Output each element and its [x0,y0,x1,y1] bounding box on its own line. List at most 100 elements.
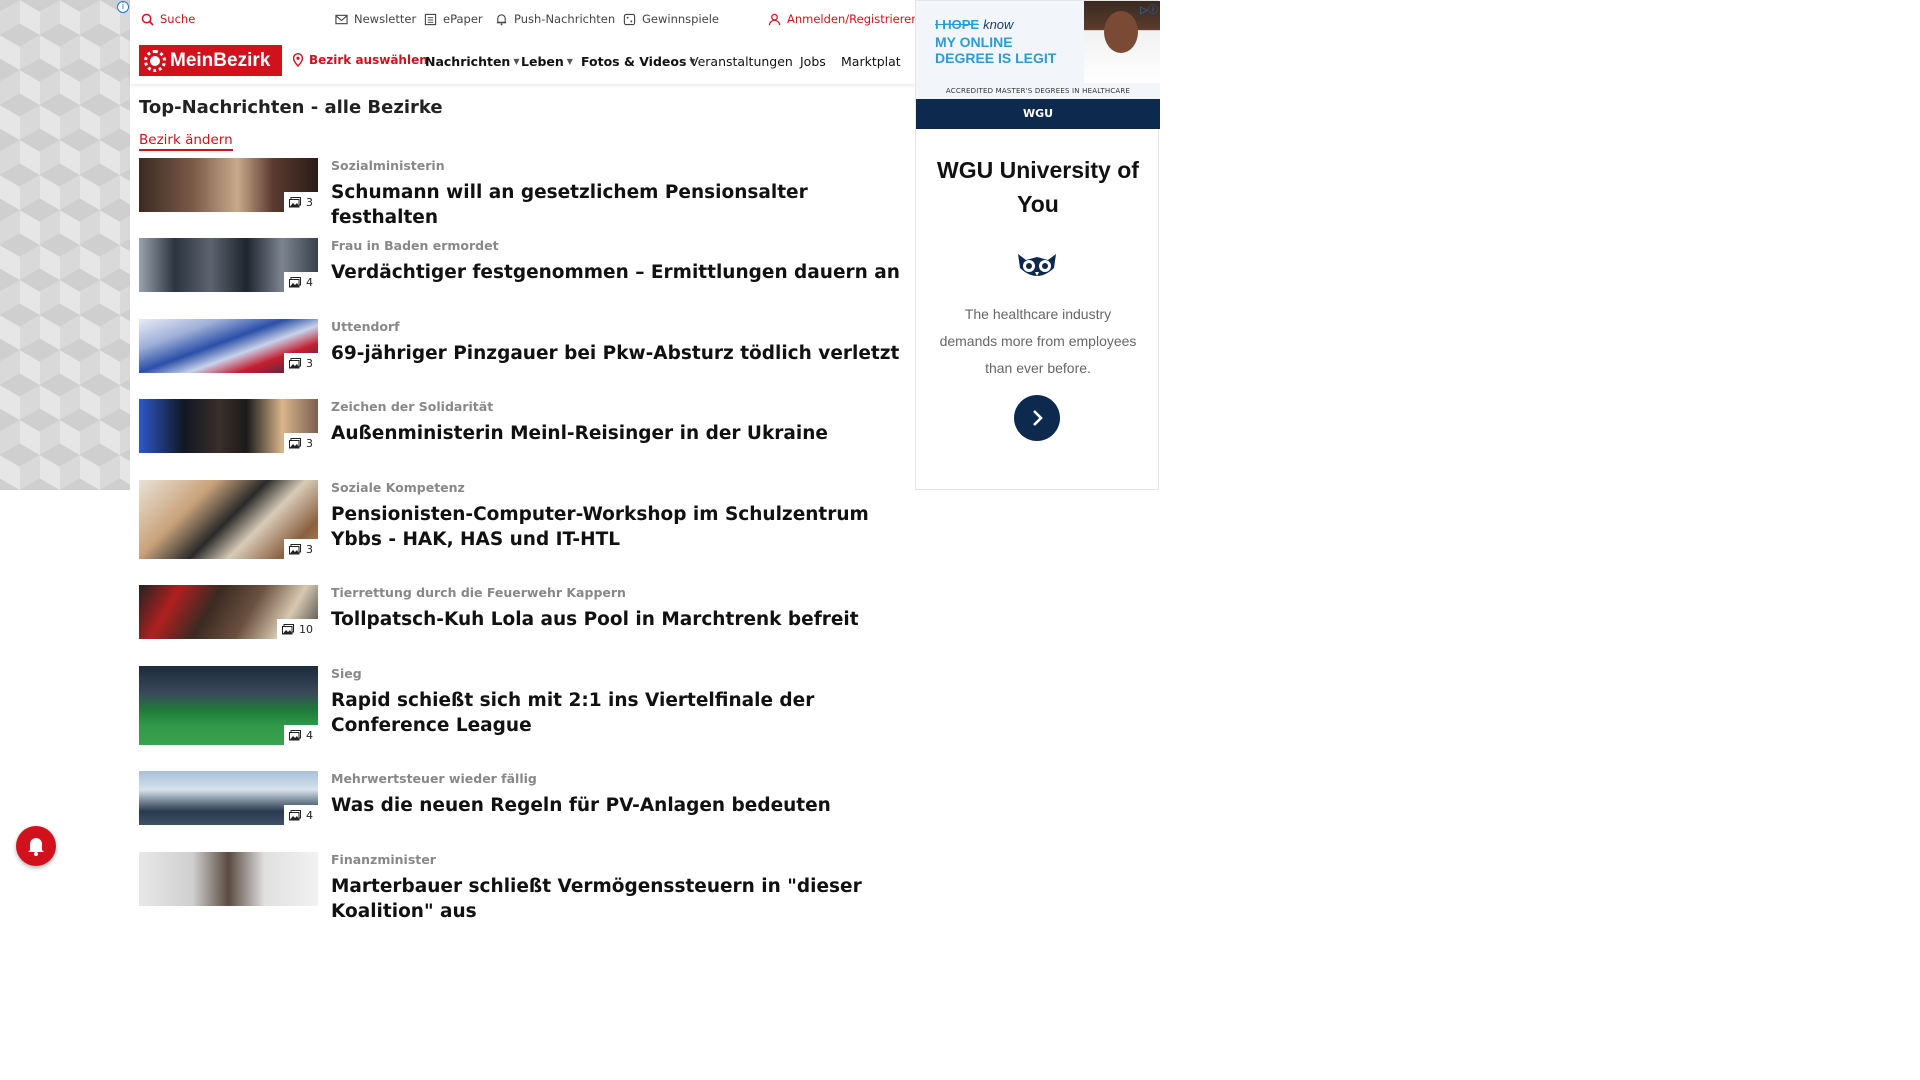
image-count-badge: 3 [284,353,318,373]
change-bezirk-link[interactable]: Bezirk ändern [139,132,233,151]
article-item[interactable]: 3 Sozialministerin Schumann will an gese… [139,158,909,228]
nav-nachrichten[interactable]: Nachrichten ▼ [425,54,519,69]
article-kicker: Soziale Kompetenz [331,480,465,495]
article-thumbnail[interactable]: 4 [139,771,318,825]
article-headline[interactable]: Marterbauer schließt Vermögenssteuern in… [331,874,901,924]
image-count-badge: 4 [284,805,318,825]
nav-veranstaltungen[interactable]: Veranstaltungen [690,54,793,69]
article-thumbnail[interactable]: 4 [139,238,318,292]
gewinnspiele-link[interactable]: Gewinnspiele [623,12,719,26]
background-pattern [0,0,130,490]
page-title: Top-Nachrichten - alle Bezirke [139,97,443,118]
nav-marktplatz[interactable]: Marktplatz [841,54,901,69]
article-item[interactable]: 4 Mehrwertsteuer wieder fällig Was die n… [139,771,909,825]
main-navbar: MeinBezirk Bezirk auswählen Nachrichten ▼… [130,38,915,84]
article-kicker: Frau in Baden ermordet [331,238,499,253]
article-headline[interactable]: Außenministerin Meinl-Reisinger in der U… [331,421,901,446]
image-count: 4 [306,275,313,289]
gallery-icon [289,276,301,287]
newspaper-icon [424,13,437,25]
search-icon [141,13,154,26]
nav-leben[interactable]: Leben ▼ [521,54,573,69]
article-kicker: Uttendorf [331,319,400,334]
newsletter-link[interactable]: Newsletter [335,12,416,26]
nav-veranstaltungen-label: Veranstaltungen [690,54,793,69]
image-count: 4 [306,808,313,822]
chevron-right-icon [1033,410,1043,426]
article-item[interactable]: 4 Sieg Rapid schießt sich mit 2:1 ins Vi… [139,666,909,745]
ad-head-line2: MY ONLINE [935,34,1013,50]
article-headline[interactable]: Pensionisten-Computer-Workshop im Schulz… [331,502,901,552]
article-thumbnail[interactable]: 10 [139,585,318,639]
adchoices-icon[interactable]: ▷ⓘ [1140,1,1158,16]
image-count: 3 [306,195,313,209]
chevron-down-icon: ▼ [566,57,573,66]
article-item[interactable]: 4 Frau in Baden ermordet Verdächtiger fe… [139,238,909,292]
advertisement[interactable]: I HOPE know MY ONLINE DEGREE IS LEGIT ACCR… [915,0,1160,490]
article-kicker: Sieg [331,666,362,681]
article-kicker: Mehrwertsteuer wieder fällig [331,771,537,786]
ad-headline-line2: MY ONLINE DEGREE IS LEGIT [935,34,1056,66]
meinbezirk-logo[interactable]: MeinBezirk [139,45,282,76]
image-count-badge: 4 [284,725,318,745]
bezirk-select-button[interactable]: Bezirk auswählen [292,53,428,67]
gallery-icon [289,437,301,448]
article-kicker: Tierrettung durch die Feuerwehr Kappern [331,585,626,600]
nav-fotos-videos[interactable]: Fotos & Videos ▼ [581,54,696,69]
push-label: Push-Nachrichten [514,12,616,26]
article-item[interactable]: 10 Tierrettung durch die Feuerwehr Kappe… [139,585,909,639]
ad-title[interactable]: WGU University of You [916,153,1160,221]
search-link[interactable]: Suche [141,12,195,26]
article-headline[interactable]: Schumann will an gesetzlichem Pensionsal… [331,180,901,230]
main-page: Suche Newsletter ePaper Push-Nachrichten… [130,0,919,922]
user-icon [768,13,781,25]
logo-text: MeinBezirk [170,49,271,71]
ad-head-hope: I HOPE [935,17,980,32]
article-headline[interactable]: Was die neuen Regeln für PV-Anlagen bede… [331,793,901,818]
ad-body-text: The healthcare industry demands more fro… [939,306,1137,376]
article-thumbnail[interactable]: 3 [139,480,318,559]
article-thumbnail[interactable]: 4 [139,666,318,745]
image-count: 4 [306,728,313,742]
article-thumbnail[interactable]: 3 [139,158,318,212]
article-kicker: Finanzminister [331,852,436,867]
gallery-icon [289,196,301,207]
article-item[interactable]: 3 Zeichen der Solidarität Außenministeri… [139,399,909,453]
newsletter-label: Newsletter [354,12,417,26]
epaper-link[interactable]: ePaper [424,12,483,26]
article-thumbnail[interactable]: 3 [139,319,318,373]
article-headline[interactable]: Tollpatsch-Kuh Lola aus Pool in Marchtre… [331,607,901,632]
image-count-badge: 3 [284,539,318,559]
login-label: Anmelden/Registrieren [787,12,919,26]
ad-arrow-button[interactable] [1014,395,1060,441]
logo-mark-icon [144,49,166,72]
bell-icon [28,838,44,856]
nav-nachrichten-label: Nachrichten [425,54,511,69]
article-item[interactable]: 3 Uttendorf 69-jähriger Pinzgauer bei Pk… [139,319,909,373]
nav-marktplatz-label: Marktplatz [841,54,901,69]
ad-banner-image[interactable]: I HOPE know MY ONLINE DEGREE IS LEGIT ACCR… [916,1,1160,129]
article-headline[interactable]: Verdächtiger festgenommen – Ermittlungen… [331,260,901,285]
image-count-badge: 4 [284,272,318,292]
gewinnspiele-label: Gewinnspiele [642,12,719,26]
chevron-down-icon: ▼ [513,57,520,66]
image-count: 3 [306,356,313,370]
login-link[interactable]: Anmelden/Registrieren [768,12,919,26]
article-item[interactable]: Finanzminister Marterbauer schließt Verm… [139,852,909,922]
article-thumbnail[interactable]: 3 [139,399,318,453]
ad-accreditation: ACCREDITED MASTER'S DEGREES IN HEALTHCAR… [945,87,1131,95]
search-label: Suche [160,12,196,26]
info-icon[interactable]: i [117,1,129,13]
article-thumbnail[interactable] [139,852,318,906]
article-item[interactable]: 3 Soziale Kompetenz Pensionisten-Compute… [139,480,909,559]
dice-icon [623,13,636,25]
nav-jobs[interactable]: Jobs [800,54,826,69]
notification-bell-button[interactable] [16,826,56,866]
bell-icon [496,13,507,25]
image-count: 3 [306,436,313,450]
image-count-badge: 3 [284,192,318,212]
gallery-icon [289,357,301,368]
push-link[interactable]: Push-Nachrichten [495,12,615,26]
article-headline[interactable]: 69-jähriger Pinzgauer bei Pkw-Absturz tö… [331,341,901,366]
article-headline[interactable]: Rapid schießt sich mit 2:1 ins Viertelfi… [331,688,901,738]
